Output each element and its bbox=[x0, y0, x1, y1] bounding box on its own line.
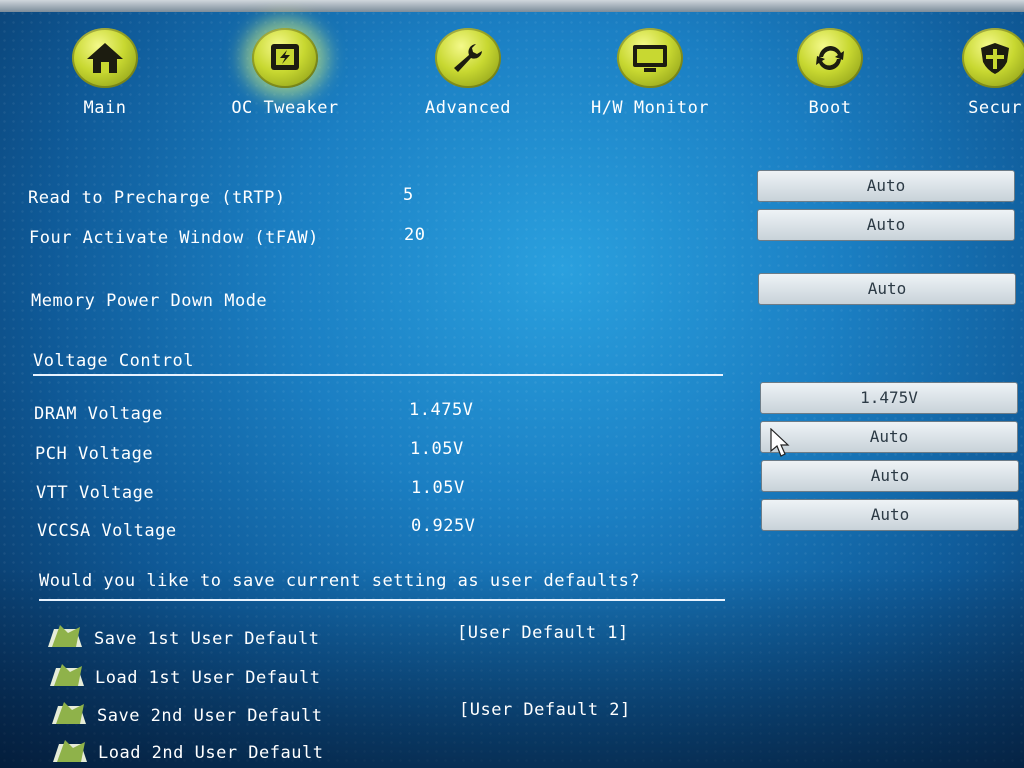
memory-power-down-select[interactable]: Auto bbox=[758, 273, 1016, 305]
tab-advanced-label: Advanced bbox=[425, 98, 511, 118]
folder-icon bbox=[53, 740, 87, 762]
tfaw-value: 20 bbox=[404, 225, 426, 245]
user-default-2-value: [User Default 2] bbox=[459, 700, 631, 720]
vccsa-voltage-select[interactable]: Auto bbox=[761, 499, 1019, 531]
shield-icon bbox=[962, 28, 1024, 88]
voltage-divider bbox=[33, 374, 723, 376]
tab-main-label: Main bbox=[83, 98, 127, 118]
tab-oc-tweaker-label: OC Tweaker bbox=[231, 98, 339, 118]
folder-icon bbox=[48, 625, 82, 647]
folder-icon bbox=[52, 702, 86, 724]
vtt-voltage-select[interactable]: Auto bbox=[761, 460, 1019, 492]
user-defaults-divider bbox=[39, 599, 725, 601]
tab-boot-label: Boot bbox=[808, 98, 852, 118]
trtp-value: 5 bbox=[403, 185, 414, 205]
dram-voltage-label: DRAM Voltage bbox=[34, 404, 163, 424]
pch-voltage-label: PCH Voltage bbox=[35, 444, 154, 464]
oc-chip-icon bbox=[252, 28, 318, 88]
save-user-default-1[interactable]: Save 1st User Default bbox=[94, 629, 319, 649]
tab-main[interactable]: Main bbox=[30, 28, 180, 118]
tab-hw-monitor-label: H/W Monitor bbox=[590, 98, 710, 118]
vccsa-voltage-label: VCCSA Voltage bbox=[37, 521, 177, 541]
user-default-1-value: [User Default 1] bbox=[457, 623, 629, 643]
vtt-voltage-value: 1.05V bbox=[411, 478, 465, 498]
tfaw-select[interactable]: Auto bbox=[757, 209, 1015, 241]
load-user-default-2[interactable]: Load 2nd User Default bbox=[98, 743, 323, 763]
tab-hw-monitor[interactable]: H/W Monitor bbox=[575, 28, 725, 118]
tab-security-label: Secur bbox=[968, 98, 1022, 118]
tab-oc-tweaker[interactable]: OC Tweaker bbox=[210, 28, 360, 118]
monitor-icon bbox=[617, 28, 683, 88]
voltage-control-title: Voltage Control bbox=[33, 351, 195, 371]
trtp-select[interactable]: Auto bbox=[757, 170, 1015, 202]
dram-voltage-value: 1.475V bbox=[409, 400, 474, 420]
home-icon bbox=[72, 28, 138, 88]
user-defaults-title: Would you like to save current setting a… bbox=[39, 571, 641, 591]
pch-voltage-select[interactable]: Auto bbox=[760, 421, 1018, 453]
refresh-icon bbox=[797, 28, 863, 88]
tab-security[interactable]: Secur bbox=[920, 28, 1024, 118]
dram-voltage-select[interactable]: 1.475V bbox=[760, 382, 1018, 414]
folder-icon bbox=[50, 664, 84, 686]
top-navigation: Main OC Tweaker Advanced H/W Monitor Boo… bbox=[0, 0, 1024, 140]
tab-advanced[interactable]: Advanced bbox=[393, 28, 543, 118]
save-user-default-2[interactable]: Save 2nd User Default bbox=[97, 706, 322, 726]
mouse-cursor-icon bbox=[770, 428, 790, 457]
trtp-label: Read to Precharge (tRTP) bbox=[28, 188, 286, 208]
pch-voltage-value: 1.05V bbox=[410, 439, 464, 459]
tab-boot[interactable]: Boot bbox=[755, 28, 905, 118]
load-user-default-1[interactable]: Load 1st User Default bbox=[95, 668, 320, 688]
vccsa-voltage-value: 0.925V bbox=[411, 516, 476, 536]
tfaw-label: Four Activate Window (tFAW) bbox=[29, 228, 319, 248]
memory-power-down-label: Memory Power Down Mode bbox=[31, 291, 268, 311]
vtt-voltage-label: VTT Voltage bbox=[36, 483, 155, 503]
wrench-icon bbox=[435, 28, 501, 88]
